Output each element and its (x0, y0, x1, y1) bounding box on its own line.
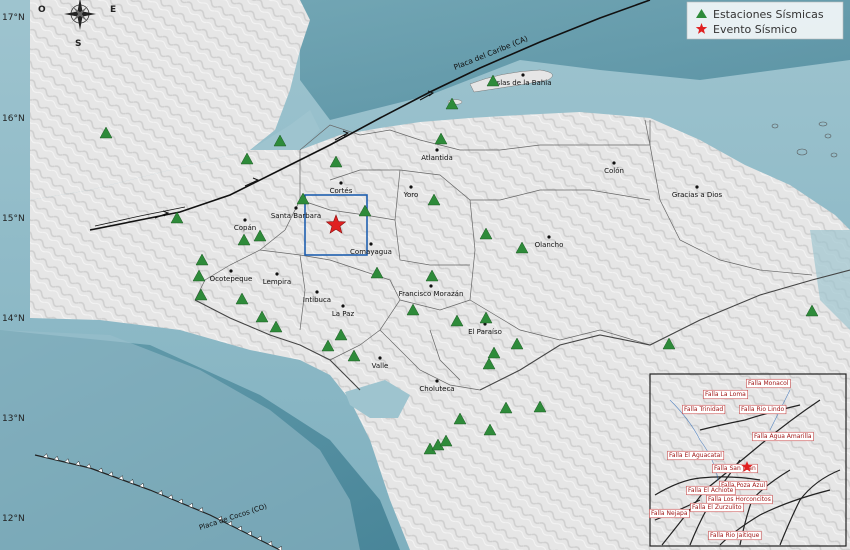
department-dot (521, 73, 525, 77)
fault-label: Falla El Aguacatal (667, 450, 725, 461)
department-dot (243, 218, 247, 222)
department-label: Atlantida (421, 154, 453, 162)
department-label: Lempira (263, 278, 291, 286)
department-label: Valle (372, 362, 389, 370)
compass-south: S (75, 39, 81, 49)
department-label: El Paraíso (468, 328, 502, 336)
lat-label-17: 17°N (2, 13, 25, 23)
lat-label-12: 12°N (2, 514, 25, 524)
fault-label: Falla La Loma (703, 389, 748, 400)
department-label: Ocotepeque (210, 275, 253, 283)
compass-west: O (38, 5, 46, 15)
department-dot (612, 161, 616, 165)
fault-label: Falla El Zurzulito (690, 502, 744, 513)
department-dot (409, 185, 413, 189)
department-label: Copán (234, 224, 256, 232)
department-dot (695, 185, 699, 189)
svg-text:Falla Rio Lindo: Falla Rio Lindo (741, 406, 785, 413)
department-label: Colón (604, 167, 624, 175)
fault-label: Falla Los Horconcitos (706, 494, 773, 505)
fault-label: Falla Monacol (746, 378, 791, 389)
department-dot (429, 284, 433, 288)
department-label: Francisco Morazán (399, 290, 464, 298)
department-dot (315, 290, 319, 294)
department-label: Cortés (330, 187, 353, 195)
department-label: Gracias a Dios (672, 191, 723, 199)
svg-text:Falla Monacol: Falla Monacol (748, 380, 789, 387)
svg-text:Falla Nejapa: Falla Nejapa (651, 510, 688, 517)
department-label: Yoro (403, 191, 419, 199)
department-label: Intibuca (303, 296, 331, 304)
department-label: Islas de la Bahia (494, 79, 551, 87)
svg-text:Falla Los Horconcitos: Falla Los Horconcitos (708, 496, 771, 503)
map-svg: Placa del Caribe (CA) Placa de Cocos (CO… (0, 0, 850, 550)
svg-text:Falla El Aguacatal: Falla El Aguacatal (669, 452, 722, 459)
fault-label: Falla Nejapa (649, 508, 690, 519)
lat-label-13: 13°N (2, 414, 25, 424)
department-dot (275, 272, 279, 276)
legend-stations-label: Estaciones Sísmicas (713, 8, 824, 21)
department-label: Santa Barbara (271, 212, 321, 220)
department-label: Comayagua (350, 248, 392, 256)
lat-label-16: 16°N (2, 114, 25, 124)
department-label: Olancho (535, 241, 564, 249)
svg-text:Falla El Zurzulito: Falla El Zurzulito (692, 504, 742, 511)
department-dot (435, 148, 439, 152)
fault-label: Falla Rio Lindo (739, 404, 787, 415)
legend: Estaciones Sísmicas Evento Sísmico (686, 1, 844, 40)
map-canvas: Placa del Caribe (CA) Placa de Cocos (CO… (0, 0, 850, 550)
department-dot (378, 356, 382, 360)
department-label: La Paz (332, 310, 355, 318)
legend-event-label: Evento Sísmico (713, 23, 797, 36)
fault-label: Falla Agua Amarilla (752, 431, 814, 442)
department-dot (341, 304, 345, 308)
fault-label: Falla El Achiote (686, 485, 736, 496)
lat-label-15: 15°N (2, 214, 25, 224)
department-dot (229, 269, 233, 273)
fault-label: Falla Rio Jaitique (708, 530, 762, 541)
department-label: Choluteca (419, 385, 454, 393)
svg-text:Falla Agua Amarilla: Falla Agua Amarilla (754, 433, 812, 440)
department-dot (339, 181, 343, 185)
department-dot (369, 242, 373, 246)
svg-text:Falla Trinidad: Falla Trinidad (684, 406, 723, 413)
department-dot (435, 379, 439, 383)
svg-text:Falla El Achiote: Falla El Achiote (688, 487, 734, 494)
svg-text:Falla Rio Jaitique: Falla Rio Jaitique (710, 532, 760, 539)
lat-label-14: 14°N (2, 314, 25, 324)
department-dot (547, 235, 551, 239)
department-dot (294, 206, 298, 210)
inset-map: Falla MonacolFalla La Loma Falla Trinidad… (649, 373, 847, 547)
fault-label: Falla Trinidad (682, 404, 726, 415)
svg-text:Falla La Loma: Falla La Loma (705, 391, 746, 398)
compass-east: E (110, 5, 116, 15)
